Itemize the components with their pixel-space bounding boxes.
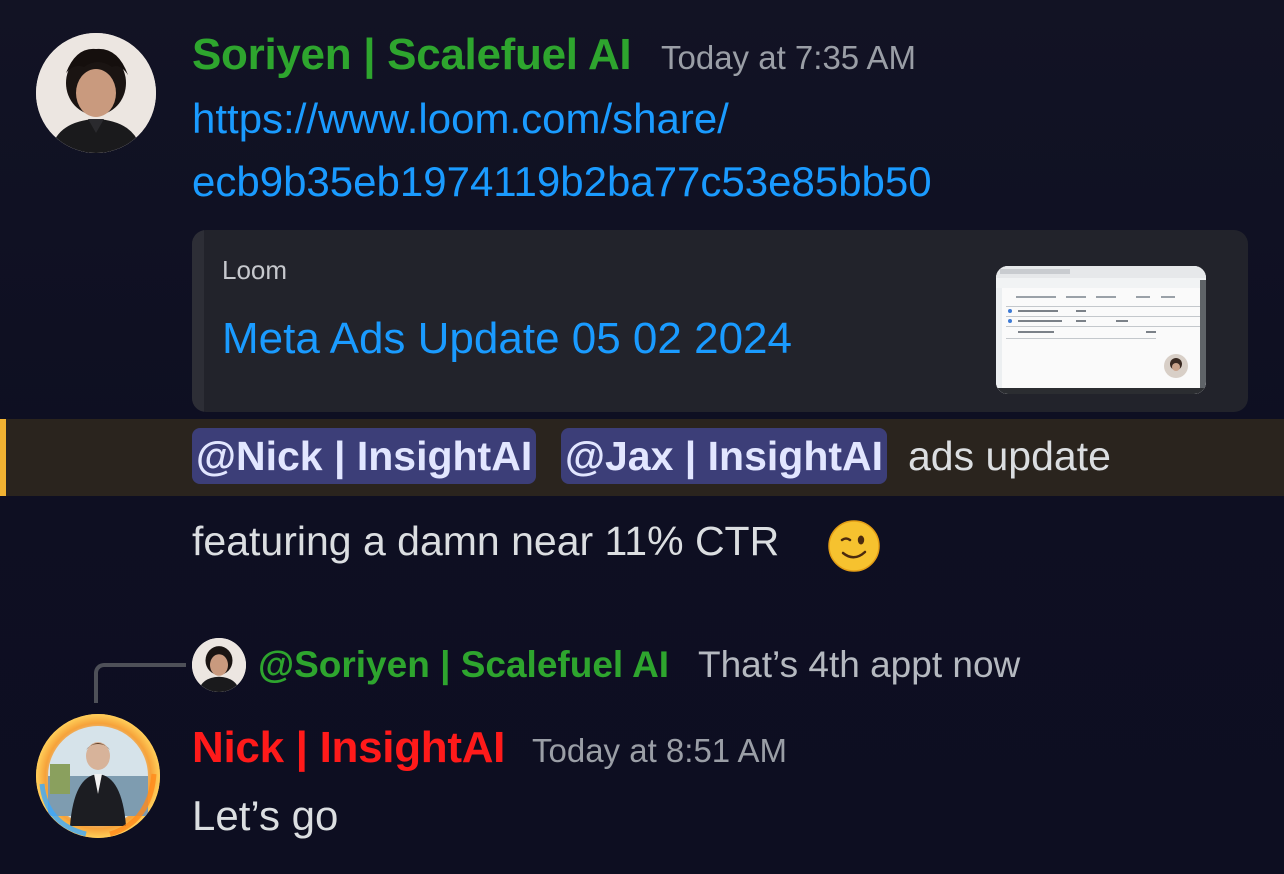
loom-link-line2[interactable]: ecb9b35eb1974119b2ba77c53e85bb50 bbox=[192, 158, 932, 206]
avatar-nick[interactable] bbox=[36, 714, 160, 838]
message-author[interactable]: Soriyen | Scalefuel AI bbox=[192, 30, 632, 80]
avatar-soriyen[interactable] bbox=[36, 33, 156, 153]
mention-nick[interactable]: @Nick | InsightAI bbox=[192, 428, 537, 484]
video-thumbnail-icon bbox=[996, 266, 1206, 394]
reply-preview-text[interactable]: That’s 4th appt now bbox=[698, 644, 1020, 686]
mention-jax[interactable]: @Jax | InsightAI bbox=[561, 428, 888, 484]
embed-accent-bar bbox=[192, 230, 204, 412]
wink-emoji-icon[interactable] bbox=[828, 520, 880, 572]
message-timestamp: Today at 8:51 AM bbox=[532, 732, 787, 769]
avatar-portrait-icon bbox=[192, 638, 246, 692]
embed-provider[interactable]: Loom bbox=[222, 255, 287, 286]
embed-thumbnail[interactable] bbox=[996, 266, 1206, 394]
message-text: ads update bbox=[908, 433, 1111, 479]
message-timestamp: Today at 7:35 AM bbox=[661, 39, 916, 76]
avatar-portrait-icon bbox=[36, 714, 160, 838]
message-text-line2: featuring a damn near 11% CTR bbox=[192, 518, 780, 564]
embed-title[interactable]: Meta Ads Update 05 02 2024 bbox=[222, 314, 792, 364]
avatar-portrait-icon bbox=[36, 33, 156, 153]
message-text: Let’s go bbox=[192, 792, 339, 839]
reply-avatar-soriyen[interactable] bbox=[192, 638, 246, 692]
reply-mention-user[interactable]: @Soriyen | Scalefuel AI bbox=[258, 644, 669, 686]
reply-connector bbox=[94, 663, 186, 703]
mention-highlight-bar bbox=[0, 419, 6, 496]
loom-link-line1[interactable]: https://www.loom.com/share/ bbox=[192, 95, 729, 143]
message-author[interactable]: Nick | InsightAI bbox=[192, 723, 505, 773]
